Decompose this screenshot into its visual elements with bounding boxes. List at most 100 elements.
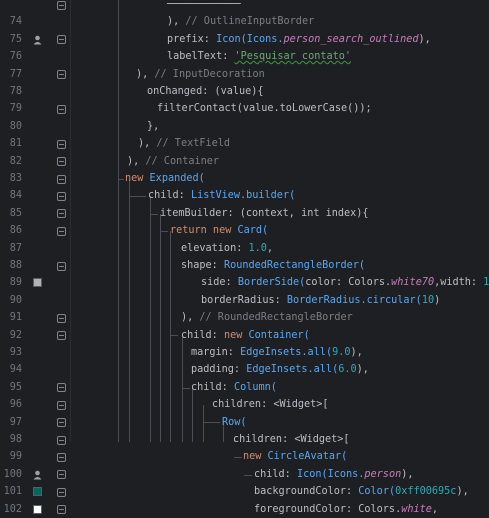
code-line[interactable]: elevation: 1.0, xyxy=(181,240,273,257)
code-line[interactable]: child: Column( xyxy=(191,379,277,396)
code-line[interactable]: foregroundColor: Colors.white, xyxy=(254,501,438,518)
code-line[interactable]: filterContact(value.toLowerCase()); xyxy=(157,100,372,117)
code-token: ListView.builder( xyxy=(190,190,296,202)
code-line[interactable]: Row( xyxy=(222,414,247,431)
code-line[interactable]: }, xyxy=(147,118,159,135)
person-icon[interactable] xyxy=(33,470,42,480)
code-line[interactable]: itemBuilder: (context, int index){ xyxy=(160,205,369,222)
fold-marker-icon[interactable] xyxy=(57,400,66,410)
fold-marker-icon[interactable] xyxy=(57,505,66,515)
code-token: elevation: xyxy=(181,242,249,254)
code-token: 1.0 xyxy=(248,242,267,254)
code-line[interactable]: ), // Container xyxy=(127,153,219,170)
code-line[interactable]: side: BorderSide(color: Colors.white70,w… xyxy=(201,274,489,291)
code-token: ) xyxy=(434,294,441,306)
code-token: ), xyxy=(401,468,414,480)
fold-marker-icon[interactable] xyxy=(57,70,66,80)
line-number: 80 xyxy=(9,120,22,132)
line-number: 101 xyxy=(3,486,22,498)
code-line[interactable]: borderRadius: BorderRadius.circular(10) xyxy=(201,292,440,309)
code-token: , xyxy=(266,242,274,254)
code-line[interactable]: margin: EdgeInsets.all(9.0), xyxy=(191,344,363,361)
fold-marker-icon[interactable] xyxy=(57,104,66,114)
code-line[interactable]: ), // InputDecoration xyxy=(136,66,265,83)
line-number: 91 xyxy=(9,312,22,324)
code-line[interactable]: return new Card( xyxy=(170,222,268,239)
fold-marker-icon[interactable] xyxy=(57,261,66,271)
fold-marker-icon[interactable] xyxy=(57,435,66,445)
code-token: BorderSide( xyxy=(237,277,306,289)
code-line[interactable]: new CircleAvatar( xyxy=(243,448,347,465)
code-token: ), xyxy=(181,312,200,324)
indent-guide xyxy=(244,474,252,476)
code-token: , xyxy=(431,503,439,515)
code-token: borderRadius: xyxy=(201,294,287,306)
code-line[interactable]: ), // RoundedRectangleBorder xyxy=(181,309,353,326)
line-number: 85 xyxy=(9,207,22,219)
code-line[interactable]: shape: RoundedRectangleBorder( xyxy=(181,257,365,274)
code-token: side: xyxy=(201,277,238,289)
code-token: EdgeInsets.all( xyxy=(240,347,333,358)
code-token: new xyxy=(243,451,268,463)
gutter-separator xyxy=(70,0,71,442)
fold-marker-icon[interactable] xyxy=(57,157,66,167)
code-line[interactable]: child: Icon(Icons.person), xyxy=(254,466,414,483)
fold-marker-icon[interactable] xyxy=(57,313,66,323)
code-token: shape: xyxy=(181,260,224,271)
fold-marker-icon[interactable] xyxy=(57,470,66,480)
code-token: RoundedRectangleBorder( xyxy=(223,260,366,271)
fold-marker-icon[interactable] xyxy=(57,209,66,219)
line-number: 89 xyxy=(9,277,22,289)
code-line[interactable]: child: new Container( xyxy=(181,327,310,344)
code-token: // OutlineInputBorder xyxy=(185,16,315,28)
code-line[interactable]: ), // TextField xyxy=(138,135,230,152)
indent-guide xyxy=(129,196,146,198)
code-line[interactable]: prefix: Icon(Icons.person_search_outline… xyxy=(167,31,431,48)
line-number: 86 xyxy=(9,225,22,237)
code-line[interactable]: ), // OutlineInputBorder xyxy=(167,13,314,30)
fold-marker-icon[interactable] xyxy=(57,0,66,10)
code-token: ), xyxy=(136,68,155,80)
code-token: ), xyxy=(418,33,431,45)
fold-marker-icon[interactable] xyxy=(57,452,66,462)
fold-marker-icon[interactable] xyxy=(57,418,66,428)
color-swatch-icon[interactable] xyxy=(33,487,42,497)
code-token: white70 xyxy=(391,277,435,289)
code-line[interactable]: padding: EdgeInsets.all(6.0), xyxy=(191,361,369,378)
indent-guide xyxy=(118,178,124,180)
indent-guide xyxy=(182,335,183,442)
fold-marker-icon[interactable] xyxy=(57,487,66,497)
code-line[interactable]: labelText: 'Pesquisar contato' xyxy=(167,48,351,65)
indent-guide xyxy=(170,335,178,337)
color-swatch-icon[interactable] xyxy=(33,504,42,514)
code-token: ), xyxy=(350,347,363,358)
code-line[interactable]: children: <Widget>[ xyxy=(233,431,350,448)
line-number: 99 xyxy=(9,451,22,463)
line-number: 96 xyxy=(9,399,22,411)
color-swatch-icon[interactable] xyxy=(33,278,42,288)
fold-marker-icon[interactable] xyxy=(57,35,66,45)
person-search-icon[interactable] xyxy=(33,35,42,45)
fold-marker-icon[interactable] xyxy=(57,226,66,236)
code-token: onChanged: (value){ xyxy=(147,86,264,97)
code-line[interactable]: child: ListView.builder( xyxy=(148,187,295,204)
code-token: ), xyxy=(456,486,469,498)
fold-marker-icon[interactable] xyxy=(57,139,66,149)
fold-marker-icon[interactable] xyxy=(57,331,66,341)
code-line[interactable]: ──────────── xyxy=(167,0,241,13)
code-line[interactable]: onChanged: (value){ xyxy=(147,83,264,100)
fold-marker-icon[interactable] xyxy=(57,191,66,201)
fold-marker-icon[interactable] xyxy=(57,383,66,393)
code-token: itemBuilder: (context, int index){ xyxy=(160,207,369,219)
indent-guide xyxy=(160,230,168,232)
code-line[interactable]: children: <Widget>[ xyxy=(212,396,329,413)
code-line[interactable]: backgroundColor: Color(0xff00695c), xyxy=(254,483,469,500)
code-token: // Container xyxy=(145,155,220,167)
code-token: child: xyxy=(181,329,224,341)
code-editor[interactable]: 74 75 76 77 78 79 80 81 82 83 84 85 86 87 88 89 90 91 92 93… xyxy=(0,0,489,515)
code-token: 'Pesquisar contato' xyxy=(234,51,352,63)
line-number: 82 xyxy=(9,155,22,167)
code-line[interactable]: new Expanded( xyxy=(125,170,205,187)
fold-marker-icon[interactable] xyxy=(57,174,66,184)
line-number: 79 xyxy=(9,103,22,115)
